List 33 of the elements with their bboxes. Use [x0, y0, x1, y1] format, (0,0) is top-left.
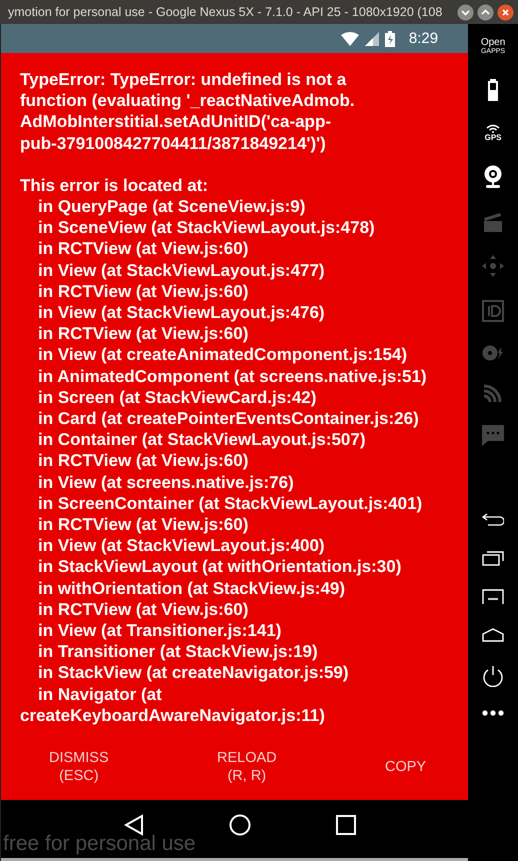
- stack-frame: in Screen (at StackViewCard.js:42): [20, 386, 454, 408]
- stack-frame: in RCTView (at View.js:60): [20, 598, 454, 620]
- stack-frame: in StackView (at createNavigator.js:59): [20, 662, 454, 684]
- stack-frame: in RCTView (at View.js:60): [20, 514, 454, 536]
- error-action-button[interactable]: DISMISS (ESC): [45, 742, 113, 792]
- error-action-button[interactable]: COPY: [380, 742, 430, 792]
- stack-frame: in View (at Transitioner.js:141): [20, 620, 454, 642]
- stack-frame: in Transitioner (at StackView.js:19): [20, 641, 454, 662]
- stack-frame: in RCTView (at View.js:60): [20, 238, 454, 260]
- stack-frame: in View (at StackViewLayout.js:400): [20, 535, 454, 556]
- stack-frame: in ScreenContainer (at StackViewLayout.js:401): [20, 492, 454, 514]
- clock: 8:29: [408, 30, 438, 47]
- stack-frame: in RCTView (at View.js:60): [20, 323, 454, 344]
- stack-frame: in AnimatedComponent (at screens.native.js:51): [20, 366, 454, 387]
- stack-frame: in StackViewLayout (at withOrientation.js:30): [20, 556, 454, 578]
- stack-frame: in withOrientation (at StackView.js:49): [20, 578, 454, 599]
- error-action-button[interactable]: RELOAD (R, R): [212, 742, 281, 792]
- gps-button[interactable]: GPS: [484, 124, 502, 142]
- stack-frame: in View (at StackViewLayout.js:477): [20, 260, 454, 281]
- error-message: TypeError: TypeError: undefined is not a function (evaluating '_reactNativeAdmob. AdMobInterstitial.setAdUnitID('ca-app- pub-3791008427704411/3871849214')'): [20, 69, 356, 154]
- stack-frame: in View (at createAnimatedComponent.js:154): [20, 344, 454, 366]
- stack-frame: in RCTView (at View.js:60): [20, 280, 454, 302]
- stack-frame: in View (at StackViewLayout.js:476): [20, 302, 454, 324]
- error-location-heading: This error is located at:: [20, 174, 209, 196]
- stack-frame: in RCTView (at View.js:60): [20, 450, 454, 472]
- watermark-text: free for personal use: [3, 832, 196, 856]
- stack-frame: in Card (at createPointerEventsContainer.js:26): [20, 408, 454, 430]
- stack-frame: in View (at screens.native.js:76): [20, 472, 454, 493]
- stack-frame: in Container (at StackViewLayout.js:507): [20, 429, 454, 450]
- window-title: ymotion for personal use - Google Nexus 5X - 7.1.0 - API 25 - 1080x1920 (108: [8, 5, 442, 19]
- stack-frame: in QueryPage (at SceneView.js:9): [20, 196, 454, 218]
- stack-frame: in SceneView (at StackViewLayout.js:478): [20, 217, 454, 238]
- stack-frame: in Navigator (at createKeyboardAwareNavigator.js:11): [20, 684, 454, 726]
